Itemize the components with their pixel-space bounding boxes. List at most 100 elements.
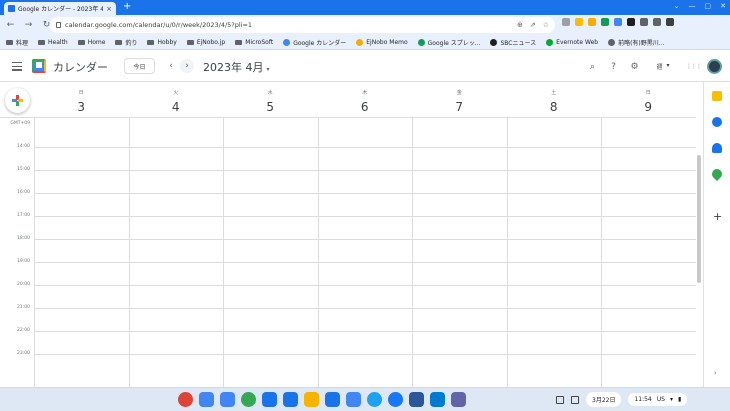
shelf-app-icon[interactable] — [199, 392, 214, 407]
extension-icon[interactable] — [588, 18, 596, 26]
url-text[interactable]: calendar.google.com/calendar/u/0/r/week/… — [65, 21, 513, 29]
bookmark-item[interactable]: 釣り — [115, 38, 137, 47]
lock-icon[interactable] — [56, 22, 61, 28]
bookmark-item[interactable]: Hobby — [147, 39, 177, 46]
virtual-desk-icon[interactable] — [571, 395, 579, 404]
bookmark-item[interactable]: 料理 — [6, 38, 28, 47]
extension-icon[interactable] — [601, 18, 609, 26]
extension-icon[interactable] — [653, 18, 661, 26]
extension-icon[interactable] — [575, 18, 583, 26]
day-header[interactable]: 金7 — [412, 82, 507, 117]
month-label[interactable]: 2023年 4月 ▾ — [203, 59, 270, 75]
hour-gridline — [34, 147, 696, 148]
shelf-app-icon[interactable] — [451, 392, 466, 407]
day-headers: 日3火4水5木6金7土8日9 — [34, 82, 696, 117]
extension-icon[interactable] — [666, 18, 674, 26]
bookmark-item[interactable]: SBCニュース — [490, 38, 536, 47]
close-tab-icon[interactable]: × — [106, 5, 112, 13]
today-button[interactable]: 今日 — [124, 58, 155, 74]
create-button[interactable] — [5, 88, 30, 113]
day-header[interactable]: 日3 — [34, 82, 129, 117]
memo-icon — [356, 38, 364, 46]
next-week-button[interactable]: › — [180, 59, 194, 73]
bookmark-item[interactable]: Google カレンダー — [283, 38, 346, 47]
close-window-icon[interactable]: ✕ — [720, 2, 726, 10]
bookmark-item[interactable]: Home — [77, 39, 105, 46]
gear-icon[interactable]: ⚙ — [629, 62, 640, 72]
hour-label: GMT+09 — [10, 121, 30, 126]
bookmark-label: 釣り — [125, 39, 138, 47]
day-of-week: 日 — [645, 90, 651, 96]
hour-label: 16:00 — [17, 190, 30, 195]
day-header[interactable]: 日9 — [601, 82, 696, 117]
bookmark-item[interactable]: MicroSoft — [235, 39, 273, 46]
day-number[interactable]: 6 — [318, 100, 413, 114]
day-number[interactable]: 8 — [507, 100, 602, 114]
day-number[interactable]: 5 — [223, 100, 318, 114]
hour-label: 21:00 — [17, 305, 30, 310]
bookmark-item[interactable]: EjNobo Memo — [356, 38, 408, 46]
screen-capture-icon[interactable] — [556, 395, 564, 404]
bookmark-star-icon[interactable]: ☆ — [543, 21, 549, 29]
shelf-app-icon[interactable] — [241, 392, 256, 407]
extension-icon[interactable] — [627, 18, 635, 26]
date-pill[interactable]: 3月22日 — [586, 392, 622, 407]
keep-icon[interactable] — [712, 91, 722, 101]
extension-icon[interactable] — [562, 18, 570, 26]
shelf-app-icon[interactable] — [220, 392, 235, 407]
main-menu-icon[interactable] — [12, 62, 22, 73]
search-icon[interactable]: ⌕ — [587, 62, 598, 72]
tasks-icon[interactable] — [712, 117, 722, 127]
shelf-app-icon[interactable] — [325, 392, 340, 407]
browser-tab[interactable]: Google カレンダー - 2023年 4 × — [4, 2, 116, 15]
shelf-app-icon[interactable] — [346, 392, 361, 407]
status-area[interactable]: 11:54 US ▾ ▮ — [628, 393, 688, 406]
bookmark-item[interactable]: EjNobo.jp — [186, 39, 225, 46]
grid-scrollbar[interactable] — [697, 155, 701, 283]
new-tab-button[interactable]: + — [123, 1, 131, 12]
day-number[interactable]: 3 — [34, 100, 129, 114]
minimize-icon[interactable]: — — [689, 2, 696, 10]
shelf-app-icon[interactable] — [430, 392, 445, 407]
day-number[interactable]: 9 — [601, 100, 696, 114]
help-icon[interactable]: ? — [608, 62, 619, 72]
view-selector[interactable]: 週 ▾ — [650, 62, 676, 71]
address-bar[interactable]: calendar.google.com/calendar/u/0/r/week/… — [50, 17, 555, 33]
week-grid[interactable]: GMT+09 14:00 15:00 16:00 17:00 18:00 19:00 20:0… — [0, 117, 696, 387]
maps-icon[interactable] — [709, 166, 725, 182]
avatar[interactable] — [707, 59, 722, 74]
shelf-app-icon[interactable] — [367, 392, 382, 407]
apps-grid-icon[interactable]: ⋮⋮⋮ — [686, 63, 702, 70]
bookmark-item[interactable]: Google スプレッ... — [417, 38, 480, 47]
extension-icon[interactable] — [640, 18, 648, 26]
bookmark-item[interactable]: Health — [38, 39, 68, 46]
extension-icon[interactable] — [614, 18, 622, 26]
day-number[interactable]: 7 — [412, 100, 507, 114]
install-icon[interactable]: ⊕ — [517, 21, 523, 29]
bookmark-item[interactable]: Evernote Web — [546, 38, 598, 46]
maximize-icon[interactable]: ▢ — [705, 2, 712, 10]
day-number[interactable]: 4 — [129, 100, 224, 114]
shelf-app-icon[interactable] — [283, 392, 298, 407]
shelf-app-icon[interactable] — [304, 392, 319, 407]
day-header[interactable]: 火4 — [129, 82, 224, 117]
day-header[interactable]: 木6 — [318, 82, 413, 117]
day-column-divider — [601, 118, 602, 387]
day-column-divider — [128, 118, 130, 387]
bookmark-item[interactable]: 前略(有)野黒川... — [608, 38, 664, 47]
add-addon-icon[interactable]: + — [713, 210, 722, 223]
tab-search-icon[interactable]: ⌄ — [674, 2, 680, 10]
shelf-app-icon[interactable] — [178, 392, 193, 407]
shelf-app-icon[interactable] — [388, 392, 403, 407]
day-header[interactable]: 土8 — [507, 82, 602, 117]
day-header[interactable]: 水5 — [223, 82, 318, 117]
expand-panel-icon[interactable]: › — [714, 369, 717, 377]
contacts-icon[interactable] — [712, 143, 722, 153]
shelf-app-icon[interactable] — [409, 392, 424, 407]
forward-icon[interactable]: → — [24, 20, 33, 30]
previous-week-button[interactable]: ‹ — [164, 59, 178, 73]
clock: 11:54 — [634, 396, 652, 403]
shelf-app-icon[interactable] — [262, 392, 277, 407]
back-icon[interactable]: ← — [6, 20, 15, 30]
share-icon[interactable]: ⇗ — [530, 21, 536, 29]
